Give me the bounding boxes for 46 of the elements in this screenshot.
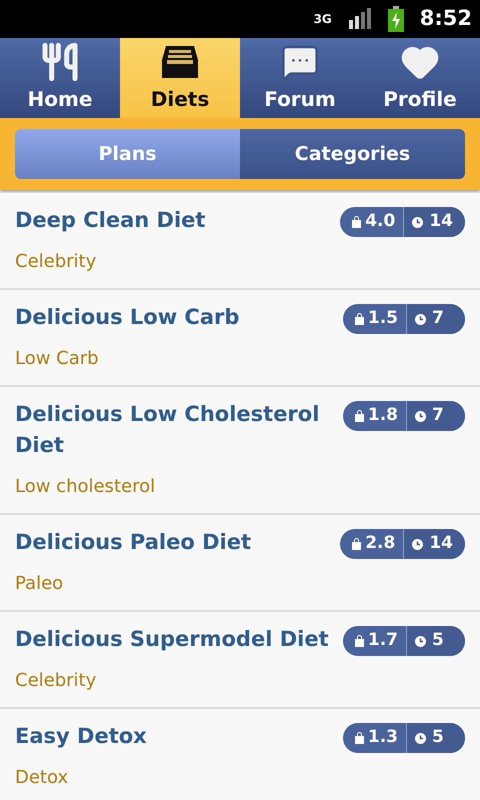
- bag-icon: [354, 410, 364, 422]
- bag-icon: [354, 732, 364, 744]
- clock-icon: [412, 538, 424, 550]
- clock-icon: [415, 636, 426, 646]
- network-label: 3G: [314, 11, 332, 28]
- days-value: 7: [432, 307, 444, 330]
- cost-value: 1.8: [368, 404, 398, 428]
- diet-name: Delicious Paleo Diet: [15, 529, 251, 556]
- clock-icon: [415, 410, 426, 422]
- clock-icon: [415, 314, 426, 324]
- days-value: 5: [432, 629, 444, 652]
- nav-tab[interactable]: Diets: [120, 38, 240, 118]
- battery-icon: [388, 6, 404, 32]
- clock-icon: [415, 732, 426, 744]
- diet-name: Delicious Low Cholesterol Diet: [15, 401, 320, 459]
- diet-name: Delicious Supermodel Diet: [15, 626, 329, 653]
- cost-value: 4.0: [365, 210, 396, 234]
- nav-tab[interactable]: Forum: [240, 38, 360, 118]
- cost-value: 1.5: [368, 307, 398, 330]
- diet-name: Deep Clean Diet: [15, 207, 206, 234]
- cost-value: 1.3: [368, 726, 398, 750]
- days-value: 14: [429, 210, 453, 234]
- bag-icon: [354, 635, 364, 647]
- cost-value: 2.8: [365, 532, 396, 556]
- diet-category: Low cholesterol: [15, 475, 156, 499]
- diet-category: Celebrity: [15, 669, 98, 693]
- nav-tab[interactable]: Home: [0, 38, 120, 118]
- diet-name: Easy Detox: [15, 723, 147, 750]
- signal-icon: [348, 8, 372, 30]
- clock-time: 8:52: [420, 5, 472, 32]
- diet-category: Celebrity: [15, 250, 98, 274]
- diet-name: Delicious Low Carb: [15, 304, 240, 331]
- bag-icon: [352, 538, 362, 550]
- nav-tab[interactable]: Profile: [360, 38, 480, 118]
- diet-category: Paleo: [15, 572, 64, 596]
- bag-icon: [352, 216, 362, 228]
- cost-value: 1.7: [368, 629, 398, 652]
- diet-category: Detox: [15, 766, 70, 790]
- utensils-icon: [40, 42, 80, 82]
- bag-icon: [354, 313, 364, 325]
- diet-category: Low Carb: [15, 347, 100, 371]
- segment-tab[interactable]: Categories: [240, 129, 465, 179]
- days-value: 14: [429, 532, 453, 556]
- days-value: 5: [432, 726, 444, 750]
- clock-icon: [412, 216, 424, 228]
- days-value: 7: [432, 404, 444, 428]
